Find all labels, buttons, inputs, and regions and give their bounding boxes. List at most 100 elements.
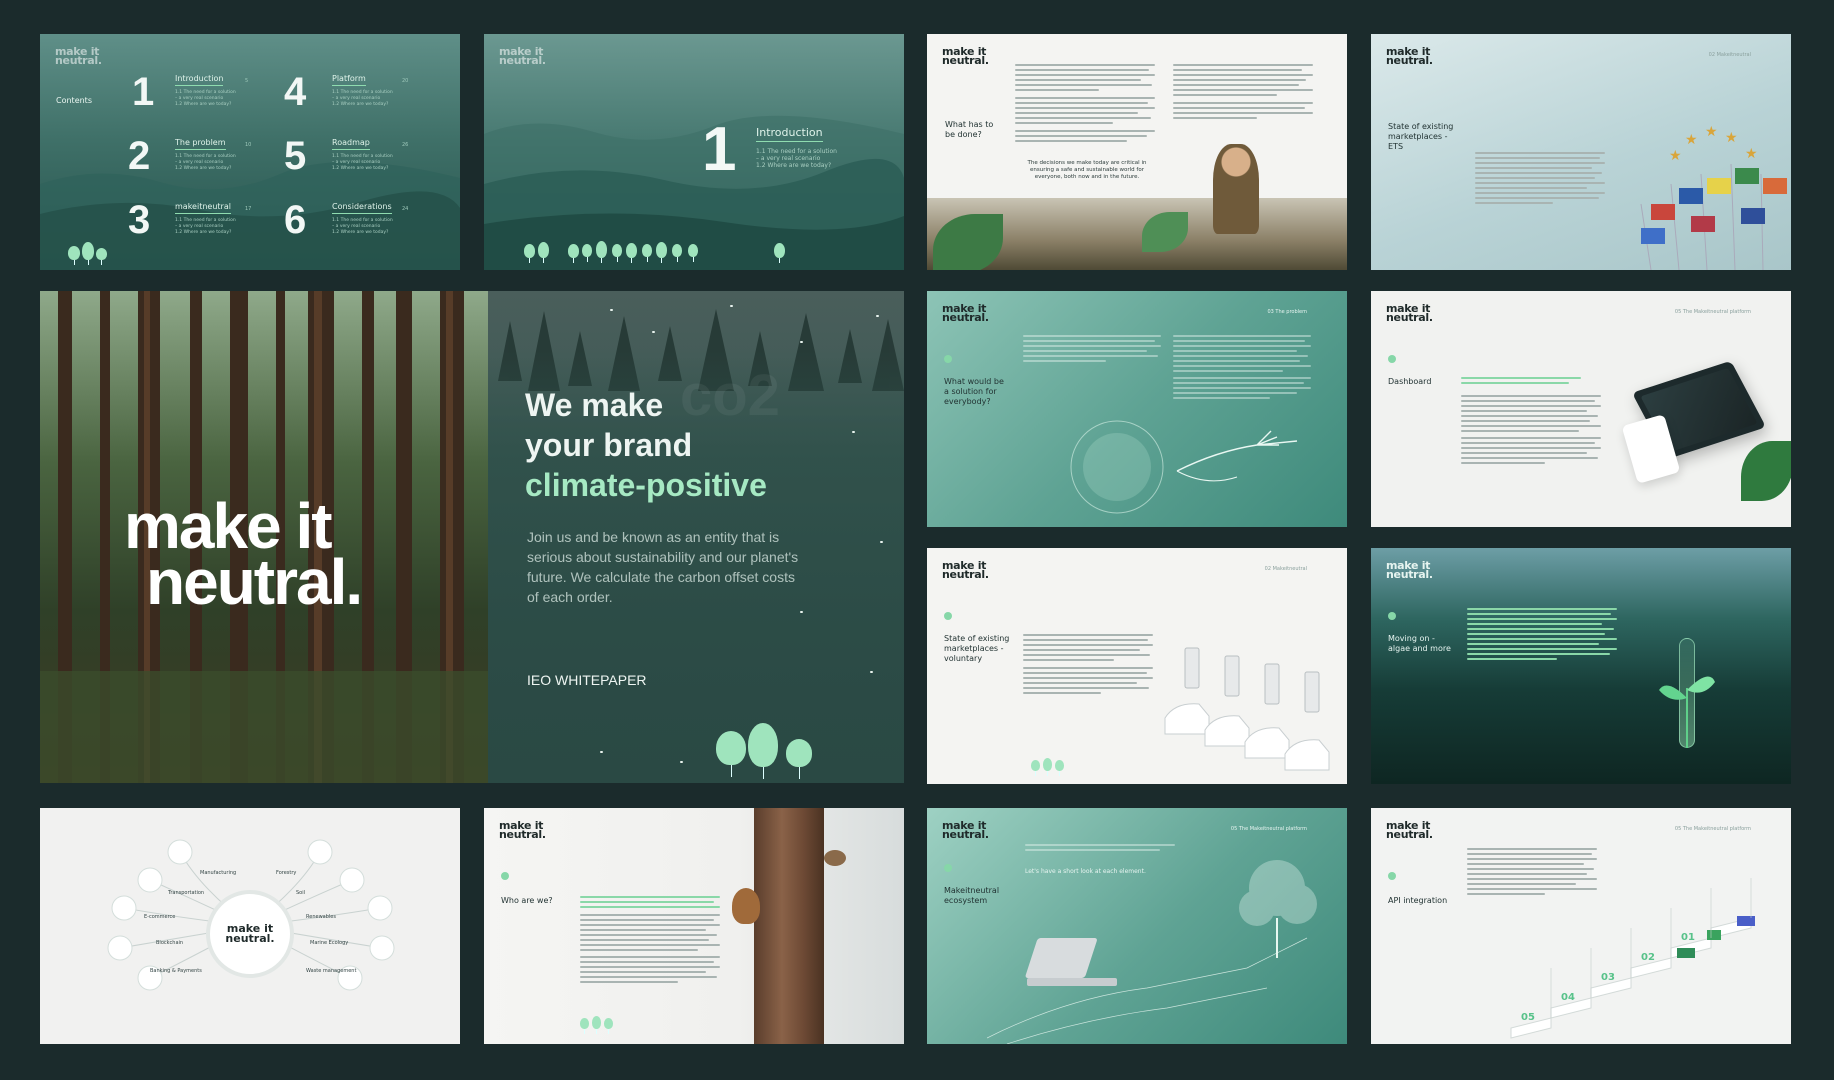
body-text	[1475, 152, 1605, 207]
wheel-center-logo: make it neutral.	[225, 922, 275, 945]
wheel-label: Marine Ecology	[310, 940, 349, 946]
slide-contents[interactable]: make it neutral. Contents 1 Introduction …	[40, 34, 460, 270]
ev-chargers-graphic	[1164, 647, 1330, 771]
section-dot	[1388, 612, 1396, 620]
slide-title: Dashboard	[1388, 377, 1432, 386]
slide-api-integration[interactable]: make it neutral. 05 The Makeitneutral pla…	[1371, 808, 1791, 1044]
toc-number: 1	[132, 70, 155, 114]
tree-trunk-photo	[754, 808, 824, 1044]
logo: make it neutral.	[1386, 302, 1433, 324]
toc-label[interactable]: makeitneutral	[175, 202, 231, 214]
tree-icon	[538, 242, 549, 263]
body-text	[1023, 335, 1161, 365]
contents-heading: Contents	[56, 96, 92, 105]
logo: make it neutral.	[499, 45, 546, 67]
tree-icon	[604, 1018, 613, 1034]
body-text	[1467, 608, 1617, 663]
toc-sub: 1.1 The need for a solution – a very real…	[175, 90, 236, 107]
tree-icon	[774, 243, 785, 263]
section-sub: 1.1 The need for a solution – a very real…	[756, 148, 837, 169]
toc-page: 24	[402, 206, 409, 212]
wheel-label: Transportation	[168, 890, 205, 896]
bird-graphic	[824, 850, 846, 866]
section-dot	[944, 864, 952, 872]
svg-text:★: ★	[1745, 146, 1758, 162]
slide-solution[interactable]: make it neutral. 03 The problem What woul…	[927, 291, 1347, 527]
spark	[870, 671, 873, 673]
slide-header: 05 The Makeitneutral platform	[1230, 826, 1307, 832]
slide-what-has-to-be-done[interactable]: make it neutral. What has to be done? The…	[927, 34, 1347, 270]
section-label: Introduction	[756, 126, 823, 142]
lead-text	[1461, 377, 1581, 387]
slide-ets[interactable]: make it neutral. 02 Makeitneutral State o…	[1371, 34, 1791, 270]
tree-icon	[96, 248, 107, 265]
toc-number: 5	[284, 134, 307, 178]
slide-title: API integration	[1388, 896, 1448, 905]
lead-text	[580, 896, 720, 911]
toc-label[interactable]: Roadmap	[332, 138, 370, 150]
wheel-label: Soil	[296, 890, 306, 896]
slide-header: 02 Makeitneutral	[1708, 52, 1751, 58]
step-number: 03	[1601, 972, 1615, 983]
slide-header: 02 Makeitneutral	[1264, 566, 1307, 572]
toc-label[interactable]: The problem	[175, 138, 226, 150]
slide-voluntary[interactable]: make it neutral. 02 Makeitneutral State o…	[927, 548, 1347, 784]
tree-icon	[592, 1016, 601, 1034]
tree-icon	[596, 241, 607, 263]
step-number: 05	[1521, 1012, 1535, 1023]
toc-sub: 1.1 The need for a solution – a very real…	[332, 90, 393, 107]
svg-text:★: ★	[1685, 132, 1698, 148]
toc-page: 10	[245, 142, 252, 148]
body-text	[580, 914, 720, 986]
tree-icon	[82, 242, 94, 265]
tree-icon	[568, 244, 579, 263]
tree-icon	[1031, 760, 1040, 776]
logo: make it neutral.	[942, 819, 989, 841]
section-dot	[501, 872, 509, 880]
step-number: 04	[1561, 992, 1575, 1003]
step-number: 01	[1681, 932, 1695, 943]
slide-ecosystem[interactable]: make it neutral. 05 The Makeitneutral pla…	[927, 808, 1347, 1044]
squirrel-graphic	[732, 888, 760, 924]
tree-icon	[642, 244, 652, 262]
slide-title: Who are we?	[501, 896, 553, 905]
logo: make it neutral.	[1386, 819, 1433, 841]
wheel-label: Manufacturing	[200, 870, 237, 876]
slide-header: 05 The Makeitneutral platform	[1674, 826, 1751, 832]
toc-sub: 1.1 The need for a solution – a very real…	[332, 218, 393, 235]
wheel-label: E-commerce	[144, 914, 176, 920]
hero-title: We make your brand climate-positive	[525, 387, 767, 503]
body-text	[1173, 64, 1313, 122]
tree-icon	[656, 242, 667, 263]
tree-icon	[626, 243, 637, 263]
logo: make it neutral.	[1386, 559, 1433, 581]
photo-child-figure	[1213, 144, 1259, 234]
toc-sub: 1.1 The need for a solution – a very real…	[175, 154, 236, 171]
slide-hero[interactable]: make it neutral. co2 We make your brand c…	[40, 291, 904, 783]
quote: The decisions we make today are critical…	[1027, 160, 1147, 180]
toc-label[interactable]: Considerations	[332, 202, 392, 214]
tree-icon	[672, 244, 682, 262]
svg-text:★: ★	[1669, 148, 1682, 164]
spark	[800, 611, 803, 613]
slide-who-are-we[interactable]: make it neutral. Who are we?	[484, 808, 904, 1044]
section-number: 1	[702, 115, 737, 184]
logo: make it neutral.	[499, 819, 546, 841]
slide-algae[interactable]: make it neutral. Moving on - algae and mo…	[1371, 548, 1791, 784]
spark	[880, 541, 883, 543]
slide-introduction[interactable]: make it neutral. 1 Introduction 1.1 The n…	[484, 34, 904, 270]
sprout-icon	[1659, 676, 1715, 748]
toc-number: 6	[284, 198, 307, 242]
toc-page: 20	[402, 78, 409, 84]
slide-title: Moving on - algae and more	[1388, 634, 1451, 653]
toc-label[interactable]: Introduction	[175, 74, 224, 86]
logo: make it neutral.	[55, 45, 102, 67]
slide-dashboard[interactable]: make it neutral. 05 The Makeitneutral pla…	[1371, 291, 1791, 527]
svg-text:★: ★	[1705, 124, 1718, 140]
slide-ecosystem-wheel[interactable]: make it neutral. Manufacturing Transporta…	[40, 808, 460, 1044]
flags-graphic: ★ ★ ★★ ★	[1640, 124, 1787, 270]
wheel-label: Waste management	[306, 968, 357, 974]
toc-label[interactable]: Platform	[332, 74, 366, 86]
tree-icon	[68, 246, 80, 265]
logo: make it neutral.	[1386, 45, 1433, 67]
